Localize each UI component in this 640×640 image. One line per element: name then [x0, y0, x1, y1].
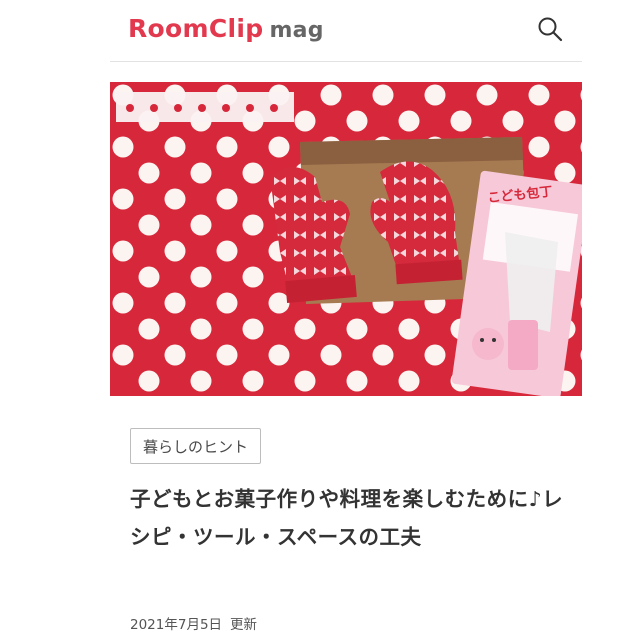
article-date: 2021年7月5日: [130, 617, 223, 633]
site-header: RoomClip mag: [0, 0, 640, 60]
search-icon: [538, 17, 563, 42]
article-meta: 2021年7月5日 更新: [130, 613, 257, 633]
search-button[interactable]: [535, 14, 565, 44]
category-tag[interactable]: 暮らしのヒント: [130, 428, 262, 464]
hero-image[interactable]: こども包丁: [110, 82, 582, 396]
article-date-suffix: 更新: [230, 617, 258, 633]
article-title[interactable]: 子どもとお菓子作りや料理を楽しむために♪レシピ・ツール・スペースの工夫: [130, 480, 578, 556]
header-divider: [110, 61, 582, 62]
roomclip-mag-logo[interactable]: RoomClip mag: [128, 14, 324, 48]
logo-main-text: RoomClip: [128, 14, 264, 43]
logo-sub-text: mag: [269, 18, 324, 43]
